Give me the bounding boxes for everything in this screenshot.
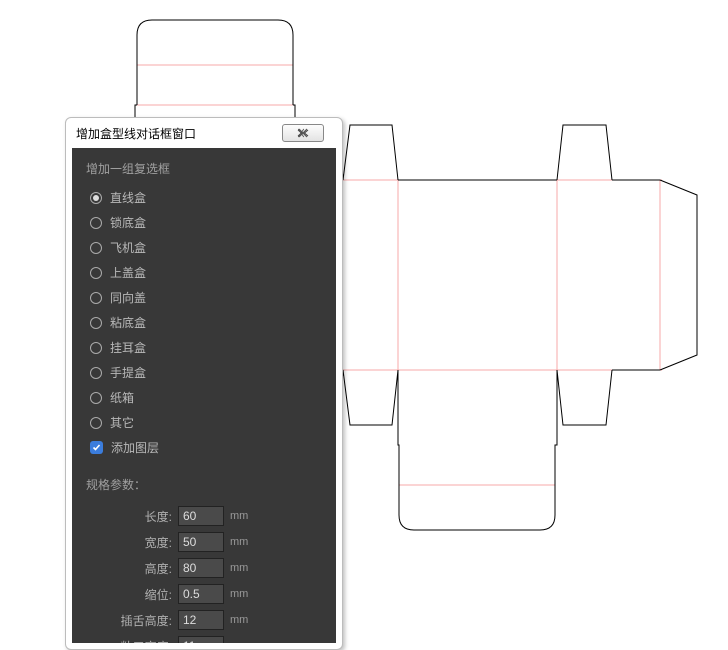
radio-indicator[interactable] xyxy=(90,242,102,254)
param-input-length[interactable] xyxy=(178,506,224,526)
dialog-titlebar[interactable]: 增加盒型线对话框窗口 xyxy=(66,118,342,148)
spec-param-list: 长度: mm 宽度: mm 高度: mm 缩位: mm 插舌高度: mm 粘口宽度: mm xyxy=(86,503,322,643)
param-row-tuck_height: 插舌高度: mm xyxy=(86,607,322,633)
box-type-option-label: 其它 xyxy=(110,414,134,431)
box-type-option-label: 锁底盒 xyxy=(110,214,146,231)
radio-indicator[interactable] xyxy=(90,417,102,429)
param-unit-height: mm xyxy=(230,562,248,574)
box-type-option-label: 纸箱 xyxy=(110,389,134,406)
box-type-option-4[interactable]: 同向盖 xyxy=(86,285,322,310)
box-type-option-label: 粘底盒 xyxy=(110,314,146,331)
radio-indicator[interactable] xyxy=(90,217,102,229)
radio-group-label: 增加一组复选框 xyxy=(86,160,322,177)
param-row-length: 长度: mm xyxy=(86,503,322,529)
box-type-option-label: 手提盒 xyxy=(110,364,146,381)
radio-indicator[interactable] xyxy=(90,267,102,279)
box-type-option-5[interactable]: 粘底盒 xyxy=(86,310,322,335)
param-unit-tuck_height: mm xyxy=(230,614,248,626)
box-type-option-0[interactable]: 直线盒 xyxy=(86,185,322,210)
radio-indicator[interactable] xyxy=(90,292,102,304)
param-label-glue_width: 粘口宽度: xyxy=(86,638,178,644)
box-type-option-label: 同向盖 xyxy=(110,289,146,306)
param-input-height[interactable] xyxy=(178,558,224,578)
param-row-height: 高度: mm xyxy=(86,555,322,581)
param-input-glue_width[interactable] xyxy=(178,636,224,643)
param-row-inset: 缩位: mm xyxy=(86,581,322,607)
box-type-option-label: 飞机盒 xyxy=(110,239,146,256)
spec-section-label: 规格参数： xyxy=(86,476,322,493)
dialog-title: 增加盒型线对话框窗口 xyxy=(76,125,196,142)
add-layer-label: 添加图层 xyxy=(111,439,159,456)
param-input-inset[interactable] xyxy=(178,584,224,604)
param-label-inset: 缩位: xyxy=(86,586,178,603)
param-input-tuck_height[interactable] xyxy=(178,610,224,630)
add-box-line-dialog: 增加盒型线对话框窗口 增加一组复选框 直线盒锁底盒飞机盒上盖盒同向盖粘底盒挂耳盒… xyxy=(65,117,343,650)
param-row-glue_width: 粘口宽度: mm xyxy=(86,633,322,643)
check-icon xyxy=(92,443,101,452)
param-label-width: 宽度: xyxy=(86,534,178,551)
box-type-option-7[interactable]: 手提盒 xyxy=(86,360,322,385)
close-button[interactable] xyxy=(282,124,324,142)
box-type-option-2[interactable]: 飞机盒 xyxy=(86,235,322,260)
add-layer-checkbox[interactable] xyxy=(90,441,103,454)
dialog-body: 增加一组复选框 直线盒锁底盒飞机盒上盖盒同向盖粘底盒挂耳盒手提盒纸箱其它 添加图… xyxy=(72,148,336,643)
box-type-option-label: 上盖盒 xyxy=(110,264,146,281)
add-layer-checkbox-row[interactable]: 添加图层 xyxy=(86,435,322,460)
radio-indicator[interactable] xyxy=(90,392,102,404)
box-type-option-1[interactable]: 锁底盒 xyxy=(86,210,322,235)
param-unit-width: mm xyxy=(230,536,248,548)
param-input-width[interactable] xyxy=(178,532,224,552)
box-type-option-label: 直线盒 xyxy=(110,189,146,206)
box-type-option-8[interactable]: 纸箱 xyxy=(86,385,322,410)
close-icon xyxy=(296,128,310,138)
param-unit-length: mm xyxy=(230,510,248,522)
param-unit-glue_width: mm xyxy=(230,640,248,643)
radio-indicator[interactable] xyxy=(90,317,102,329)
box-type-option-3[interactable]: 上盖盒 xyxy=(86,260,322,285)
param-label-length: 长度: xyxy=(86,508,178,525)
param-unit-inset: mm xyxy=(230,588,248,600)
param-label-height: 高度: xyxy=(86,560,178,577)
param-label-tuck_height: 插舌高度: xyxy=(86,612,178,629)
box-type-option-9[interactable]: 其它 xyxy=(86,410,322,435)
radio-indicator[interactable] xyxy=(90,342,102,354)
box-type-option-6[interactable]: 挂耳盒 xyxy=(86,335,322,360)
radio-indicator[interactable] xyxy=(90,367,102,379)
radio-indicator[interactable] xyxy=(90,192,102,204)
box-type-radio-group: 直线盒锁底盒飞机盒上盖盒同向盖粘底盒挂耳盒手提盒纸箱其它 xyxy=(86,185,322,435)
box-type-option-label: 挂耳盒 xyxy=(110,339,146,356)
param-row-width: 宽度: mm xyxy=(86,529,322,555)
